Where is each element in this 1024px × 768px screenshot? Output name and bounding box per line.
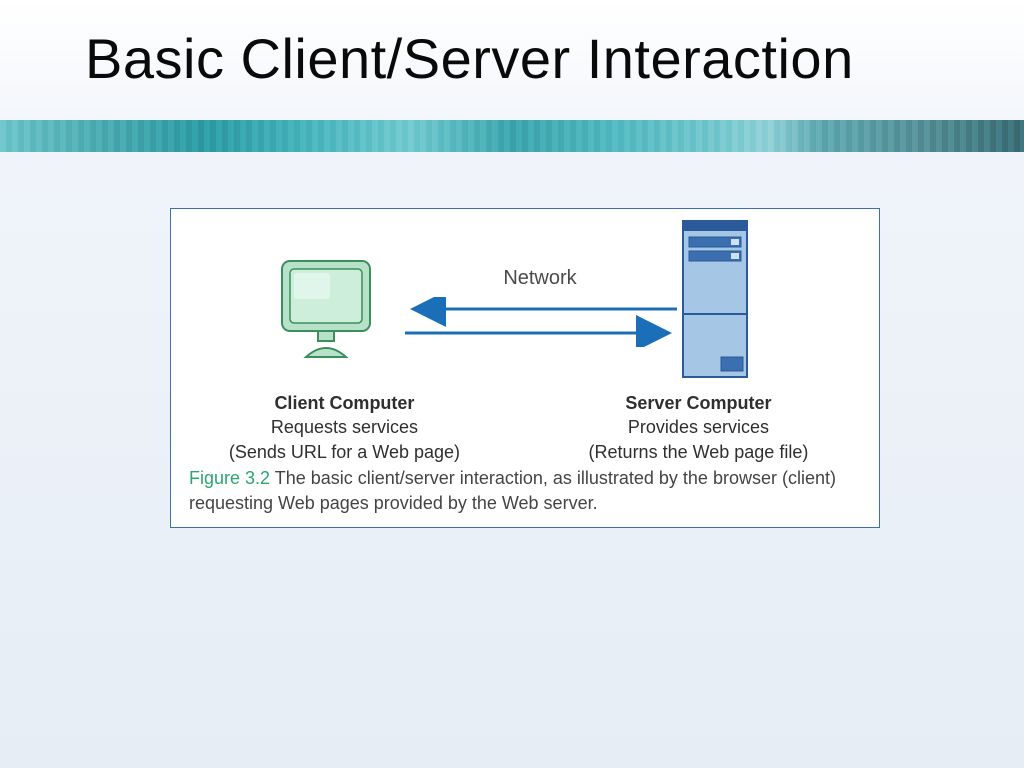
figure-caption-text: The basic client/server interaction, as …: [189, 468, 836, 512]
client-heading: Client Computer: [171, 391, 518, 415]
server-line1: Provides services: [518, 415, 879, 439]
server-line2: (Returns the Web page file): [518, 440, 879, 464]
client-line2: (Sends URL for a Web page): [171, 440, 518, 464]
client-caption: Client Computer Requests services (Sends…: [171, 391, 518, 464]
server-heading: Server Computer: [518, 391, 879, 415]
figure-caption: Figure 3.2 The basic client/server inter…: [189, 466, 861, 515]
diagram-row: Network: [171, 209, 879, 389]
figure-label: Figure 3.2: [189, 468, 270, 488]
figure-panel: Network Client: [170, 208, 880, 528]
captions-row: Client Computer Requests services (Sends…: [171, 391, 879, 464]
network-label: Network: [171, 267, 879, 290]
server-caption: Server Computer Provides services (Retur…: [518, 391, 879, 464]
slide-title: Basic Client/Server Interaction: [85, 26, 854, 91]
network-arrows: [401, 297, 681, 347]
slide: Basic Client/Server Interaction: [0, 0, 1024, 768]
client-line1: Requests services: [171, 415, 518, 439]
server-computer-icon: [681, 219, 749, 379]
accent-bar: [0, 120, 1024, 152]
